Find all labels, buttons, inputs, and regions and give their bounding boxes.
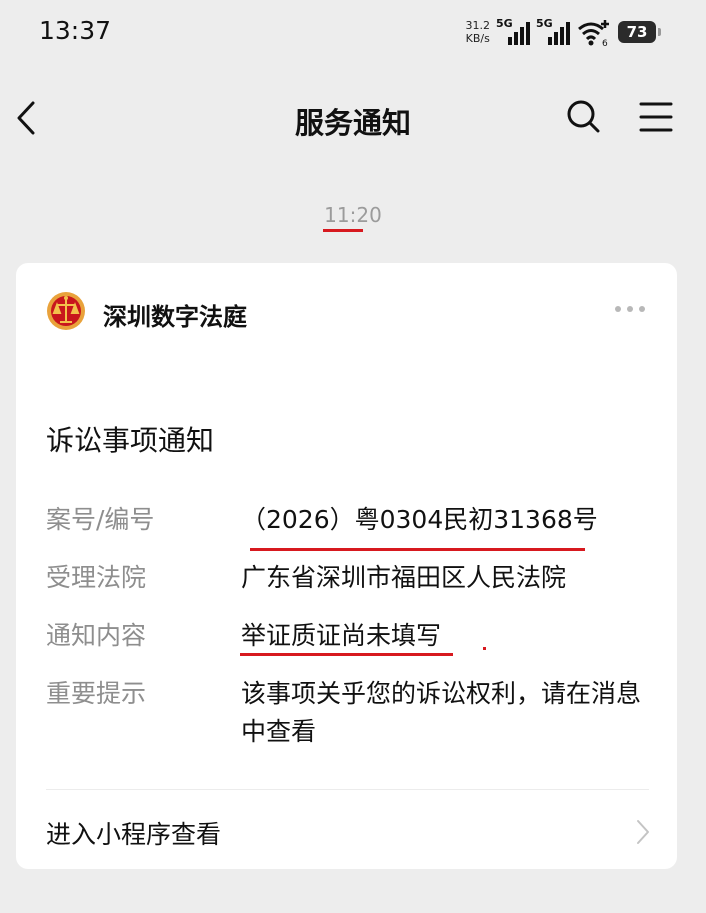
battery-icon: 73 xyxy=(618,21,661,43)
red-underline-annotation xyxy=(250,548,585,551)
status-time: 13:37 xyxy=(39,16,112,45)
row-label: 重要提示 xyxy=(46,679,147,708)
search-icon[interactable] xyxy=(565,98,601,134)
row-value: （2026）粤0304民初31368号 xyxy=(241,505,598,534)
row-value: 举证质证尚未填写 xyxy=(241,621,442,650)
row-value: 广东省深圳市福田区人民法院 xyxy=(241,563,567,592)
red-underline-annotation xyxy=(240,653,453,656)
chevron-right-icon[interactable] xyxy=(635,817,651,847)
nav-bar: 服务通知 xyxy=(0,78,706,158)
open-mini-program-link[interactable]: 进入小程序查看 xyxy=(46,815,221,851)
wifi-icon: 6 xyxy=(578,20,609,47)
network-speed-value: 31.2 xyxy=(465,19,491,32)
signal-icon: 5G xyxy=(536,17,570,47)
battery-level: 73 xyxy=(626,23,648,41)
network-speed: 31.2 KB/s xyxy=(466,19,491,45)
sender-name: 深圳数字法庭 xyxy=(103,303,247,331)
court-emblem-icon xyxy=(47,292,85,330)
card-header: 深圳数字法庭 xyxy=(46,289,647,335)
divider xyxy=(46,789,649,790)
menu-icon[interactable] xyxy=(638,100,674,134)
status-icons: 31.2 KB/s 5G 5G 6 73 xyxy=(466,14,661,50)
row-label: 通知内容 xyxy=(46,621,147,650)
more-options-icon[interactable] xyxy=(613,299,647,319)
red-dot-annotation xyxy=(483,647,486,650)
signal-icon: 5G xyxy=(496,17,530,47)
status-bar: 13:37 31.2 KB/s 5G 5G 6 73 xyxy=(0,0,706,66)
notice-title: 诉讼事项通知 xyxy=(46,424,215,457)
notification-card[interactable]: 深圳数字法庭 诉讼事项通知 案号/编号 （2026）粤0304民初31368号 … xyxy=(16,263,677,869)
row-label: 案号/编号 xyxy=(46,505,155,534)
network-speed-unit: KB/s xyxy=(465,32,490,45)
red-underline-annotation xyxy=(323,229,363,232)
message-timestamp: 11:20 xyxy=(324,203,382,227)
row-value: 该事项关乎您的诉讼权利，请在消息中查看 xyxy=(241,679,642,746)
row-label: 受理法院 xyxy=(46,563,147,592)
wifi-label: 6 xyxy=(602,39,608,47)
